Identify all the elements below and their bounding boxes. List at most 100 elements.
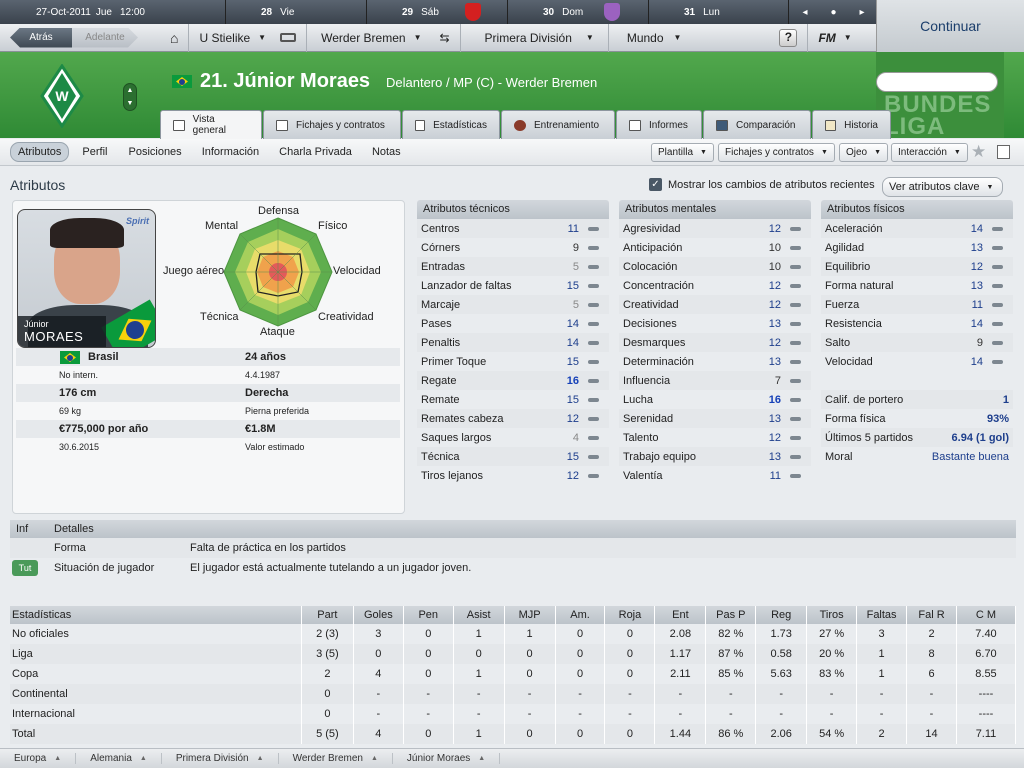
attribute-row[interactable]: Primer Toque 15 xyxy=(417,352,609,371)
attribute-row[interactable]: Fuerza 11 xyxy=(821,295,1013,314)
attribute-row[interactable]: Aceleración 14 xyxy=(821,219,1013,238)
search-input[interactable] xyxy=(876,72,998,92)
help-button[interactable]: ? xyxy=(779,28,798,47)
subnav-information[interactable]: Información xyxy=(195,143,266,161)
stats-row[interactable]: Total 5 (5) 4 0 1 0 0 0 1.44 86 % 2.06 54 % 2 14 7.11 xyxy=(10,724,1017,744)
condition-row[interactable]: Calif. de portero 1 xyxy=(821,390,1013,409)
stats-column-header[interactable]: Faltas xyxy=(856,606,908,624)
forward-button[interactable]: Adelante xyxy=(72,28,138,48)
breadcrumb-item[interactable]: Júnior Moraes xyxy=(393,753,501,764)
transfers-dropdown[interactable]: Fichajes y contratos xyxy=(718,143,835,162)
down-arrow-icon[interactable]: ▼ xyxy=(124,97,136,110)
stats-row[interactable]: No oficiales 2 (3) 3 0 1 1 0 0 2.08 82 % 1.73 27 % 3… xyxy=(10,624,1017,644)
manager-menu[interactable]: U Stielike ▼ xyxy=(188,23,306,52)
breadcrumb-item[interactable]: Europa xyxy=(0,753,77,764)
continue-button[interactable]: Continuar xyxy=(876,0,1024,52)
attribute-row[interactable]: Técnica 15 xyxy=(417,447,609,466)
league-menu[interactable]: Primera División ▼ xyxy=(459,23,608,52)
tutoring-badge[interactable]: Tut xyxy=(12,560,38,576)
prev-icon[interactable]: ◂ xyxy=(802,7,807,18)
attribute-row[interactable]: Colocación 10 xyxy=(619,257,811,276)
attribute-row[interactable]: Influencia 7 xyxy=(619,371,811,390)
stats-column-header[interactable]: Estadísticas xyxy=(10,606,302,624)
nationality[interactable]: Brasil xyxy=(88,351,119,363)
add-note-icon[interactable] xyxy=(997,145,1010,159)
stats-column-header[interactable]: Goles xyxy=(353,606,404,624)
attribute-row[interactable]: Centros 11 xyxy=(417,219,609,238)
breadcrumb-item[interactable]: Primera División xyxy=(162,753,279,764)
condition-row[interactable]: Últimos 5 partidos 6.94 (1 gol) xyxy=(821,428,1013,447)
attribute-row[interactable]: Anticipación 10 xyxy=(619,238,811,257)
attribute-row[interactable]: Trabajo equipo 13 xyxy=(619,447,811,466)
attribute-row[interactable]: Saques largos 4 xyxy=(417,428,609,447)
attribute-row[interactable]: Tiros lejanos 12 xyxy=(417,466,609,485)
stats-column-header[interactable]: MJP xyxy=(504,606,556,624)
calendar-day[interactable]: 28 Vie xyxy=(226,0,367,24)
scout-dropdown[interactable]: Ojeo xyxy=(839,143,889,162)
wage[interactable]: €775,000 por año xyxy=(59,423,148,435)
world-menu[interactable]: Mundo ▼ xyxy=(607,23,694,52)
subnav-profile[interactable]: Perfil xyxy=(75,143,114,161)
stats-column-header[interactable]: Asist xyxy=(453,606,505,624)
details-row[interactable]: Tut Situación de jugador El jugador está a… xyxy=(10,558,1016,578)
current-date[interactable]: 27-Oct-2011 Jue 12:00 xyxy=(0,0,226,24)
key-attributes-dropdown[interactable]: Ver atributos clave xyxy=(882,177,1003,197)
stats-column-header[interactable]: C M xyxy=(956,606,1017,624)
attribute-row[interactable]: Lanzador de faltas 15 xyxy=(417,276,609,295)
subnav-notes[interactable]: Notas xyxy=(365,143,408,161)
next-icon[interactable]: ▸ xyxy=(859,7,864,18)
stats-column-header[interactable]: Roja xyxy=(604,606,656,624)
tab-contracts[interactable]: Fichajes y contratos xyxy=(263,110,401,139)
club-crest-icon[interactable]: W xyxy=(40,64,84,128)
attribute-row[interactable]: Córners 9 xyxy=(417,238,609,257)
swap-icon[interactable]: ⇆ xyxy=(439,31,449,45)
calendar-day[interactable]: 30 Dom xyxy=(508,0,649,24)
fm-menu[interactable]: FM ▼ xyxy=(807,23,861,52)
attribute-row[interactable]: Concentración 12 xyxy=(619,276,811,295)
club-menu[interactable]: Werder Bremen ▼ ⇆ xyxy=(306,23,459,52)
interaction-dropdown[interactable]: Interacción xyxy=(891,143,968,162)
attribute-row[interactable]: Marcaje 5 xyxy=(417,295,609,314)
attribute-row[interactable]: Agresividad 12 xyxy=(619,219,811,238)
subnav-attributes[interactable]: Atributos xyxy=(10,142,70,162)
stats-column-header[interactable]: Fal R xyxy=(906,606,957,624)
stats-column-header[interactable]: Pen xyxy=(403,606,454,624)
attribute-row[interactable]: Agilidad 13 xyxy=(821,238,1013,257)
dot-icon[interactable]: ● xyxy=(830,7,836,18)
stats-row[interactable]: Liga 3 (5) 0 0 0 0 0 0 1.17 87 % 0.58 20 % 1 8 6.70 xyxy=(10,644,1017,664)
attribute-row[interactable]: Salto 9 xyxy=(821,333,1013,352)
attribute-row[interactable]: Equilibrio 12 xyxy=(821,257,1013,276)
attribute-row[interactable]: Talento 12 xyxy=(619,428,811,447)
attribute-row[interactable]: Entradas 5 xyxy=(417,257,609,276)
player-switch-stepper[interactable]: ▲ ▼ xyxy=(123,83,137,111)
calendar-day[interactable]: 31 Lun xyxy=(649,0,789,24)
attribute-row[interactable]: Determinación 13 xyxy=(619,352,811,371)
attribute-row[interactable]: Velocidad 14 xyxy=(821,352,1013,371)
stats-column-header[interactable]: Part xyxy=(301,606,354,624)
breadcrumb-item[interactable]: Werder Bremen xyxy=(279,753,393,764)
stats-column-header[interactable]: Tiros xyxy=(806,606,858,624)
calendar-day[interactable]: 29 Sáb xyxy=(367,0,508,24)
tab-training[interactable]: Entrenamiento xyxy=(501,110,615,139)
attribute-row[interactable]: Valentía 11 xyxy=(619,466,811,485)
attribute-row[interactable]: Desmarques 12 xyxy=(619,333,811,352)
attribute-row[interactable]: Decisiones 13 xyxy=(619,314,811,333)
tab-overview[interactable]: Vista general xyxy=(160,110,262,139)
condition-row[interactable]: Moral Bastante buena xyxy=(821,447,1013,466)
condition-row[interactable]: Forma física 93% xyxy=(821,409,1013,428)
stats-row[interactable]: Copa 2 4 0 1 0 0 0 2.11 85 % 5.63 83 % 1 6 8.55 xyxy=(10,664,1017,684)
stats-column-header[interactable]: Pas P xyxy=(705,606,757,624)
subnav-private-chat[interactable]: Charla Privada xyxy=(272,143,359,161)
tab-history[interactable]: Historia xyxy=(812,110,891,139)
attribute-row[interactable]: Regate 16 xyxy=(417,371,609,390)
attribute-row[interactable]: Lucha 16 xyxy=(619,390,811,409)
stats-column-header[interactable]: Ent xyxy=(654,606,707,624)
stats-column-header[interactable]: Am. xyxy=(555,606,606,624)
subnav-positions[interactable]: Posiciones xyxy=(121,143,188,161)
details-row[interactable]: Forma Falta de práctica en los partidos xyxy=(10,538,1016,558)
stats-column-header[interactable]: Reg xyxy=(755,606,808,624)
attribute-row[interactable]: Serenidad 13 xyxy=(619,409,811,428)
breadcrumb-item[interactable]: Alemania xyxy=(76,753,162,764)
home-button[interactable]: ⌂ xyxy=(160,24,188,52)
attribute-row[interactable]: Resistencia 14 xyxy=(821,314,1013,333)
